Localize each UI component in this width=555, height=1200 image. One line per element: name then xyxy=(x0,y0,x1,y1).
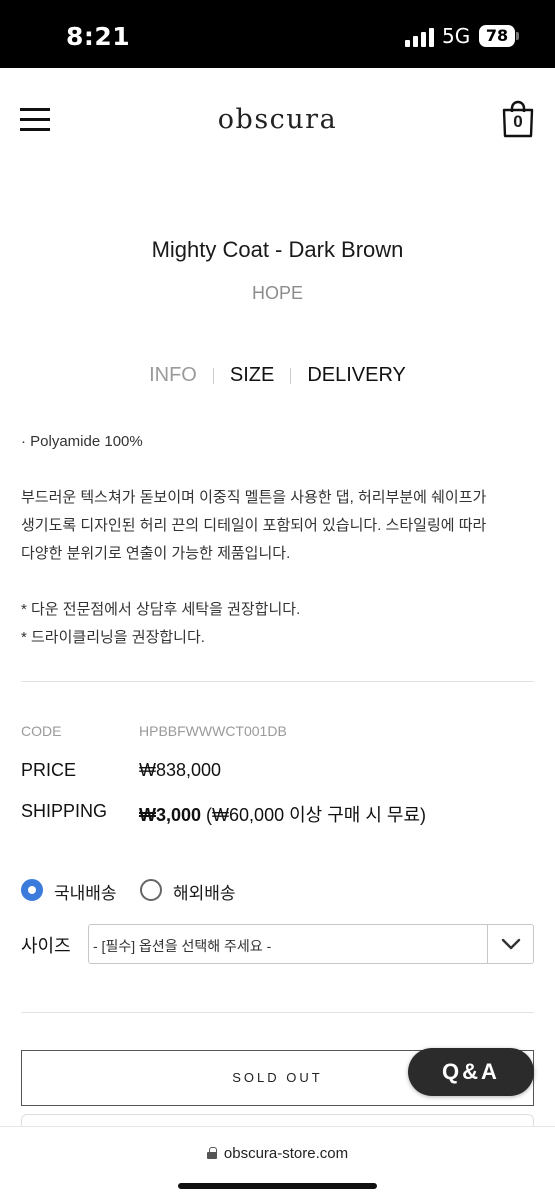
radio-label: 해외배송 xyxy=(173,884,236,903)
price-value: ₩838,000 xyxy=(139,760,222,780)
radio-checked-icon xyxy=(21,879,43,901)
product-title: Mighty Coat - Dark Brown xyxy=(151,237,404,262)
section-divider xyxy=(21,1012,534,1013)
size-label: 사이즈 xyxy=(21,936,71,956)
shipping-note: (₩60,000 이상 구매 시 무료) xyxy=(201,805,427,825)
product-info: · Polyamide 100% 부드러운 텍스쳐가 돋보이며 이중직 멜튼을 … xyxy=(21,428,536,652)
shipping-label: SHIPPING xyxy=(21,801,108,821)
radio-label: 국내배송 xyxy=(54,884,117,903)
url-display[interactable]: obscura-store.com xyxy=(0,1145,555,1162)
network-type: 5G xyxy=(442,24,471,48)
radio-overseas[interactable]: 해외배송 xyxy=(140,876,250,904)
status-bar: 8:21 5G 78 xyxy=(0,0,555,68)
chevron-down-icon xyxy=(501,938,521,950)
description-line: 다양한 분위기로 연출이 가능한 제품입니다. xyxy=(21,545,291,562)
home-indicator[interactable] xyxy=(178,1183,377,1189)
size-select-value: - [필수] 옵션을 선택해 주세요 - xyxy=(93,938,272,954)
material-text: · Polyamide 100% xyxy=(21,433,143,450)
lock-icon xyxy=(206,1147,217,1159)
qa-button[interactable]: Q&A xyxy=(408,1048,534,1096)
product-tabs: INFO SIZE DELIVERY xyxy=(0,364,555,387)
size-select[interactable]: - [필수] 옵션을 선택해 주세요 - xyxy=(88,924,534,964)
select-toggle[interactable] xyxy=(487,925,533,963)
radio-unchecked-icon xyxy=(140,879,162,901)
browser-url-bar: obscura-store.com xyxy=(0,1126,555,1200)
tab-delivery[interactable]: DELIVERY xyxy=(307,364,406,387)
product-brand[interactable]: HOPE xyxy=(0,283,555,304)
site-header: obscura 0 xyxy=(0,68,555,172)
section-divider xyxy=(21,681,534,682)
status-time: 8:21 xyxy=(66,22,131,51)
cart-count: 0 xyxy=(513,112,523,131)
price-label: PRICE xyxy=(21,760,77,780)
shipping-value: ₩3,000 (₩60,000 이상 구매 시 무료) xyxy=(139,801,426,827)
battery-nub xyxy=(516,32,519,40)
battery-level: 78 xyxy=(485,26,509,45)
site-logo[interactable]: obscura xyxy=(0,104,555,135)
tab-divider xyxy=(212,367,214,384)
care-text: * 다운 전문점에서 상담후 세탁을 권장합니다. * 드라이클리닝을 권장합니… xyxy=(21,596,536,652)
shipping-fee: ₩3,000 xyxy=(139,805,202,825)
radio-domestic[interactable]: 국내배송 xyxy=(21,876,131,904)
description-line: 생기도록 디자인된 허리 끈의 디테일이 포함되어 있습니다. 스타일링에 따라 xyxy=(21,517,487,534)
tab-size[interactable]: SIZE xyxy=(230,364,274,387)
signal-icon xyxy=(405,27,437,47)
url-text: obscura-store.com xyxy=(223,1145,349,1162)
care-line: * 드라이클리닝을 권장합니다. xyxy=(21,629,205,646)
code-value: HPBBFWWWCT001DB xyxy=(139,723,287,739)
battery-icon: 78 xyxy=(479,25,515,47)
code-label: CODE xyxy=(21,723,62,739)
care-line: * 다운 전문점에서 상담후 세탁을 권장합니다. xyxy=(21,601,301,618)
tab-divider xyxy=(290,367,292,384)
cart-button[interactable]: 0 xyxy=(500,100,536,140)
description-line: 부드러운 텍스쳐가 돋보이며 이중직 멜튼을 사용한 댑, 허리부분에 쉐이프가 xyxy=(21,489,487,506)
tab-info[interactable]: INFO xyxy=(149,364,197,387)
description-text: 부드러운 텍스쳐가 돋보이며 이중직 멜튼을 사용한 댑, 허리부분에 쉐이프가… xyxy=(21,484,536,568)
